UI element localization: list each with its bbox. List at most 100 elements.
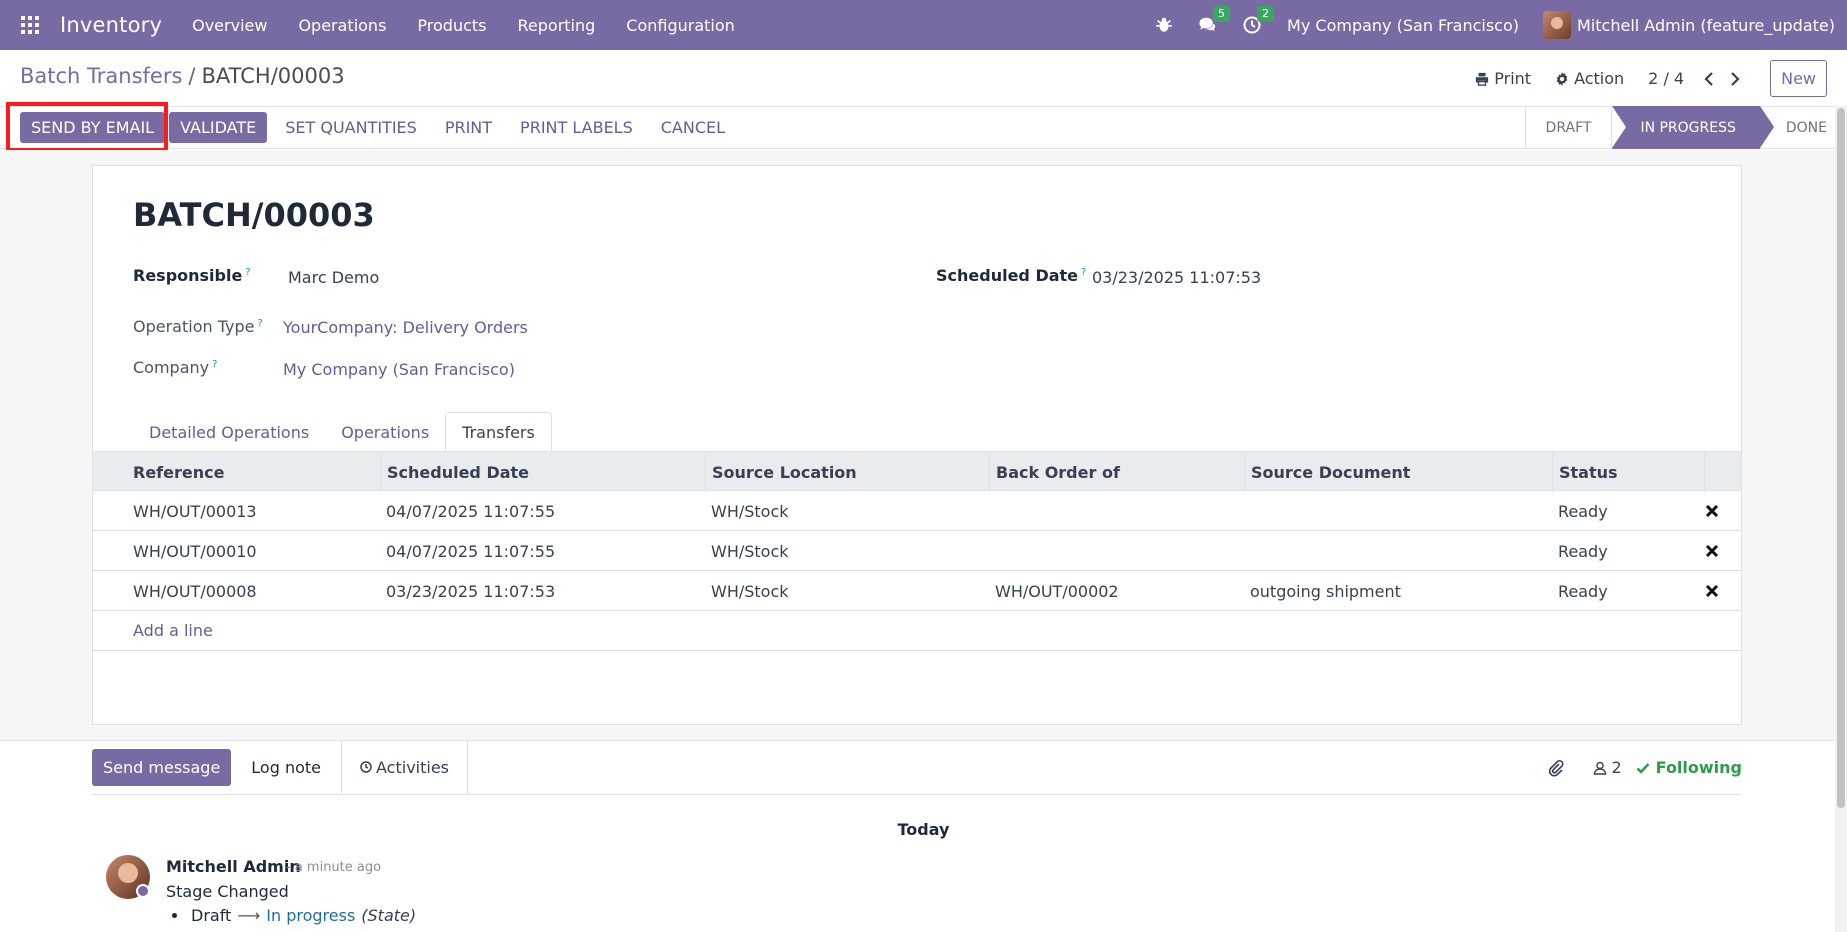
remove-row-icon[interactable]	[1705, 584, 1719, 598]
tracked-field-name: (State)	[361, 906, 417, 925]
top-navbar: Inventory Overview Operations Products R…	[0, 0, 1847, 50]
following-label: Following	[1655, 758, 1742, 777]
validate-button[interactable]: VALIDATE	[169, 112, 268, 143]
cell-source-document: outgoing shipment	[1250, 581, 1401, 601]
user-avatar[interactable]	[1543, 11, 1572, 39]
stage-draft[interactable]: DRAFT	[1524, 106, 1612, 149]
menu-configuration[interactable]: Configuration	[626, 16, 735, 35]
responsible-field[interactable]: Marc Demo	[288, 268, 379, 287]
arrow-right-icon: ⟶	[237, 906, 261, 925]
cell-back-order: WH/OUT/00002	[995, 581, 1119, 601]
scheduled-date-field[interactable]: 03/23/2025 11:07:53	[1092, 268, 1261, 287]
operation-type-label: Operation Type?	[133, 317, 263, 336]
menu-overview[interactable]: Overview	[192, 16, 267, 35]
print-icon	[1476, 72, 1489, 86]
cell-reference: WH/OUT/00010	[133, 541, 257, 561]
column-source-document[interactable]: Source Document	[1244, 452, 1552, 492]
chevron-right-icon	[1731, 71, 1740, 86]
pager-next-button[interactable]	[1724, 68, 1746, 90]
company-label: Company?	[133, 358, 218, 377]
messages-chat-icon[interactable]: 5	[1199, 6, 1231, 34]
help-tooltip-icon[interactable]: ?	[245, 267, 250, 278]
column-back-order[interactable]: Back Order of	[989, 452, 1244, 492]
activities-button[interactable]: Activities	[342, 739, 469, 795]
send-by-email-button[interactable]: SEND BY EMAIL	[20, 112, 166, 143]
column-scheduled-date[interactable]: Scheduled Date	[380, 452, 705, 492]
new-button[interactable]: New	[1770, 60, 1827, 97]
help-tooltip-icon[interactable]: ?	[212, 359, 217, 370]
table-row[interactable]: WH/OUT/00008 03/23/2025 11:07:53 WH/Stoc…	[93, 571, 1741, 611]
column-status[interactable]: Status	[1552, 452, 1704, 492]
tab-transfers[interactable]: Transfers	[445, 412, 552, 452]
message-author[interactable]: Mitchell Admin	[166, 857, 301, 876]
breadcrumb-separator: /	[188, 64, 196, 88]
breadcrumb: Batch Transfers / BATCH/00003	[20, 64, 345, 88]
chatter-toolbar: Send message Log note Activities 2 Follo…	[92, 739, 1742, 795]
cell-source-location: WH/Stock	[711, 541, 789, 561]
cell-reference: WH/OUT/00008	[133, 581, 257, 601]
cell-status: Ready	[1558, 581, 1608, 601]
send-message-button[interactable]: Send message	[92, 748, 232, 786]
table-header: Reference Scheduled Date Source Location…	[93, 451, 1741, 492]
company-switcher[interactable]: My Company (San Francisco)	[1287, 16, 1519, 35]
debug-bug-icon[interactable]	[1155, 16, 1173, 34]
date-divider: Today	[897, 820, 950, 839]
remove-row-icon[interactable]	[1705, 544, 1719, 558]
activities-count-badge: 2	[1257, 6, 1275, 22]
app-brand[interactable]: Inventory	[60, 13, 162, 37]
following-button[interactable]: Following	[1636, 758, 1742, 777]
stage-pipeline: DRAFT IN PROGRESS DONE	[1524, 106, 1847, 149]
log-note-button[interactable]: Log note	[231, 739, 343, 795]
remove-row-icon[interactable]	[1705, 504, 1719, 518]
help-tooltip-icon[interactable]: ?	[257, 318, 262, 329]
activities-clock-icon[interactable]: 2	[1243, 6, 1275, 34]
cell-back-order	[989, 531, 995, 571]
record-title: BATCH/00003	[133, 196, 375, 234]
apps-grid-icon[interactable]	[0, 0, 60, 50]
cell-status: Ready	[1558, 541, 1608, 561]
set-quantities-button[interactable]: SET QUANTITIES	[271, 112, 431, 143]
cell-source-document	[1244, 491, 1250, 531]
add-line-link[interactable]: Add a line	[93, 611, 1741, 651]
company-field[interactable]: My Company (San Francisco)	[283, 360, 515, 379]
help-tooltip-icon[interactable]: ?	[1081, 267, 1086, 278]
stage-in-progress[interactable]: IN PROGRESS	[1611, 106, 1775, 149]
print-labels-button[interactable]: PRINT LABELS	[506, 112, 647, 143]
cell-source-location: WH/Stock	[711, 581, 789, 601]
clock-icon	[360, 761, 372, 773]
table-row[interactable]: WH/OUT/00013 04/07/2025 11:07:55 WH/Stoc…	[93, 491, 1741, 531]
print-button[interactable]: PRINT	[431, 112, 506, 143]
user-menu[interactable]: Mitchell Admin (feature_update)	[1577, 16, 1835, 35]
breadcrumb-current: BATCH/00003	[201, 64, 345, 88]
breadcrumb-parent[interactable]: Batch Transfers	[20, 64, 182, 88]
menu-reporting[interactable]: Reporting	[518, 16, 596, 35]
cell-scheduled-date: 04/07/2025 11:07:55	[386, 501, 556, 521]
followers-count: 2	[1611, 758, 1622, 777]
action-menu[interactable]: Action	[1555, 69, 1624, 88]
menu-operations[interactable]: Operations	[298, 16, 386, 35]
column-reference[interactable]: Reference	[93, 452, 380, 492]
message-body: Stage Changed	[166, 882, 289, 901]
column-source-location[interactable]: Source Location	[705, 452, 989, 492]
tab-detailed-operations[interactable]: Detailed Operations	[133, 412, 325, 452]
column-actions	[1704, 452, 1741, 492]
scrollbar-thumb[interactable]	[1837, 108, 1845, 808]
print-menu[interactable]: Print	[1475, 69, 1531, 88]
cell-scheduled-date: 03/23/2025 11:07:53	[386, 581, 556, 601]
pager-value[interactable]: 2 / 4	[1648, 69, 1684, 88]
cell-back-order	[989, 491, 995, 531]
cell-source-location: WH/Stock	[711, 501, 789, 521]
operation-type-field[interactable]: YourCompany: Delivery Orders	[283, 318, 528, 337]
pager-previous-button[interactable]	[1698, 68, 1720, 90]
paperclip-icon[interactable]	[1547, 759, 1565, 777]
old-value: Draft	[191, 906, 232, 925]
cancel-button[interactable]: CANCEL	[647, 112, 739, 143]
scheduled-date-label: Scheduled Date?	[936, 266, 1087, 285]
table-row[interactable]: WH/OUT/00010 04/07/2025 11:07:55 WH/Stoc…	[93, 531, 1741, 571]
print-label: Print	[1494, 69, 1532, 88]
tab-operations[interactable]: Operations	[325, 412, 445, 452]
transfers-table: Reference Scheduled Date Source Location…	[93, 451, 1741, 651]
cell-reference: WH/OUT/00013	[133, 501, 257, 521]
menu-products[interactable]: Products	[417, 16, 486, 35]
followers-button[interactable]: 2	[1593, 758, 1622, 777]
